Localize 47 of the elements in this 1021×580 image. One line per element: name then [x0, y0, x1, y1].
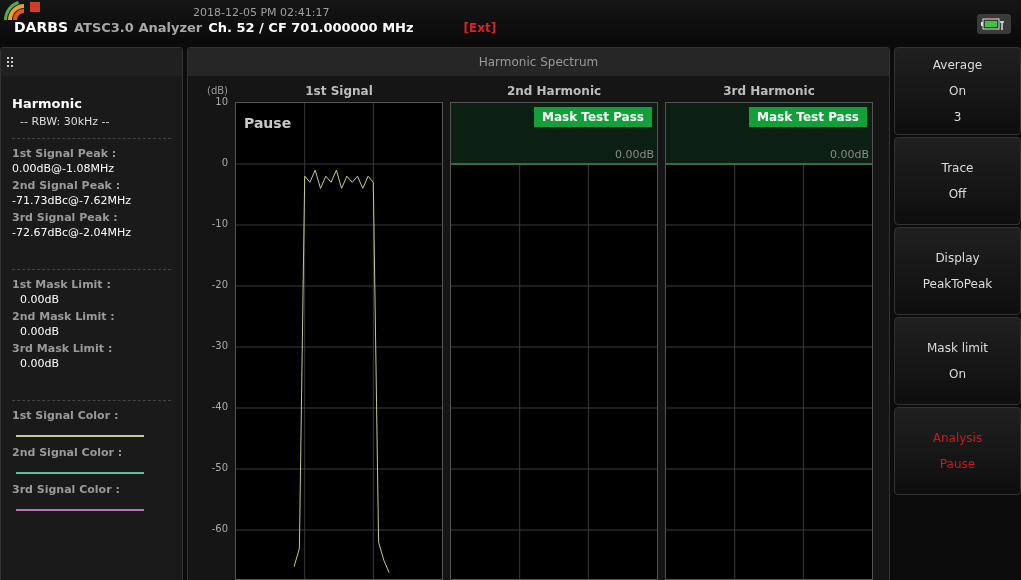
y-tick-label: 10: [215, 97, 228, 107]
peak-value: -71.73dBc@-7.62MHz: [12, 193, 132, 208]
y-tick-label: -40: [211, 402, 228, 412]
y-tick-label: -10: [211, 219, 228, 229]
y-tick-label: -30: [211, 341, 228, 351]
app-name: ATSC3.0 Analyzer: [74, 21, 203, 34]
status-label: Pause: [244, 114, 292, 133]
peak-label: 1st Signal Peak :: [12, 147, 117, 161]
chart-title: 1st Signal: [305, 85, 373, 97]
mask-limit-value: 0.00dB: [20, 356, 60, 371]
softkey-button[interactable]: Mask limit On: [894, 317, 1021, 405]
mask-limit-label: 1st Mask Limit :: [12, 278, 111, 292]
peak-value: -72.67dBc@-2.04MHz: [12, 225, 132, 240]
softkey-button[interactable]: Trace Off: [894, 137, 1021, 225]
battery-icon: [977, 14, 1011, 34]
datetime: 2018-12-05 PM 02:41:17: [193, 7, 331, 18]
mask-value: 0.00dB: [829, 147, 869, 163]
signal-color-label: 2nd Signal Color :: [12, 446, 123, 460]
channel-frequency: Ch. 52 / CF 701.000000 MHz: [208, 21, 414, 34]
drag-handle-icon[interactable]: [7, 56, 13, 68]
mask-pass-badge: Mask Test Pass: [534, 107, 652, 127]
mask-pass-badge: Mask Test Pass: [749, 107, 867, 127]
panel-title: Harmonic Spectrum: [188, 48, 889, 76]
y-tick-label: -50: [211, 463, 228, 473]
mask-value: 0.00dB: [614, 147, 654, 163]
mask-limit-label: 2nd Mask Limit :: [12, 310, 115, 324]
softkey-button[interactable]: Average On 3: [894, 47, 1021, 135]
peak-label: 3rd Signal Peak :: [12, 211, 118, 225]
peak-label: 2nd Signal Peak :: [12, 179, 121, 193]
logo-text: DARBS: [14, 20, 68, 34]
unit-label: (dB): [207, 86, 228, 96]
y-tick-label: -60: [211, 524, 228, 534]
mask-limit-value: 0.00dB: [20, 292, 60, 307]
signal-color-label: 1st Signal Color :: [12, 409, 119, 423]
softkey-button[interactable]: Display PeakToPeak: [894, 227, 1021, 315]
mask-limit-value: 0.00dB: [20, 324, 60, 339]
logo-icon: [4, 0, 40, 20]
mode-title: Harmonic: [12, 95, 82, 113]
chart-title: 2nd Harmonic: [506, 85, 602, 97]
rbw-label: -- RBW: 30kHz --: [20, 113, 110, 130]
y-tick-label: 0: [221, 158, 228, 168]
y-tick-label: -20: [211, 280, 228, 290]
ext-indicator: [Ext]: [463, 22, 497, 34]
signal-color-label: 3rd Signal Color :: [12, 483, 120, 497]
mask-limit-label: 3rd Mask Limit :: [12, 342, 113, 356]
chart-title: 3rd Harmonic: [723, 85, 815, 97]
peak-value: 0.00dB@-1.08MHz: [12, 161, 115, 176]
